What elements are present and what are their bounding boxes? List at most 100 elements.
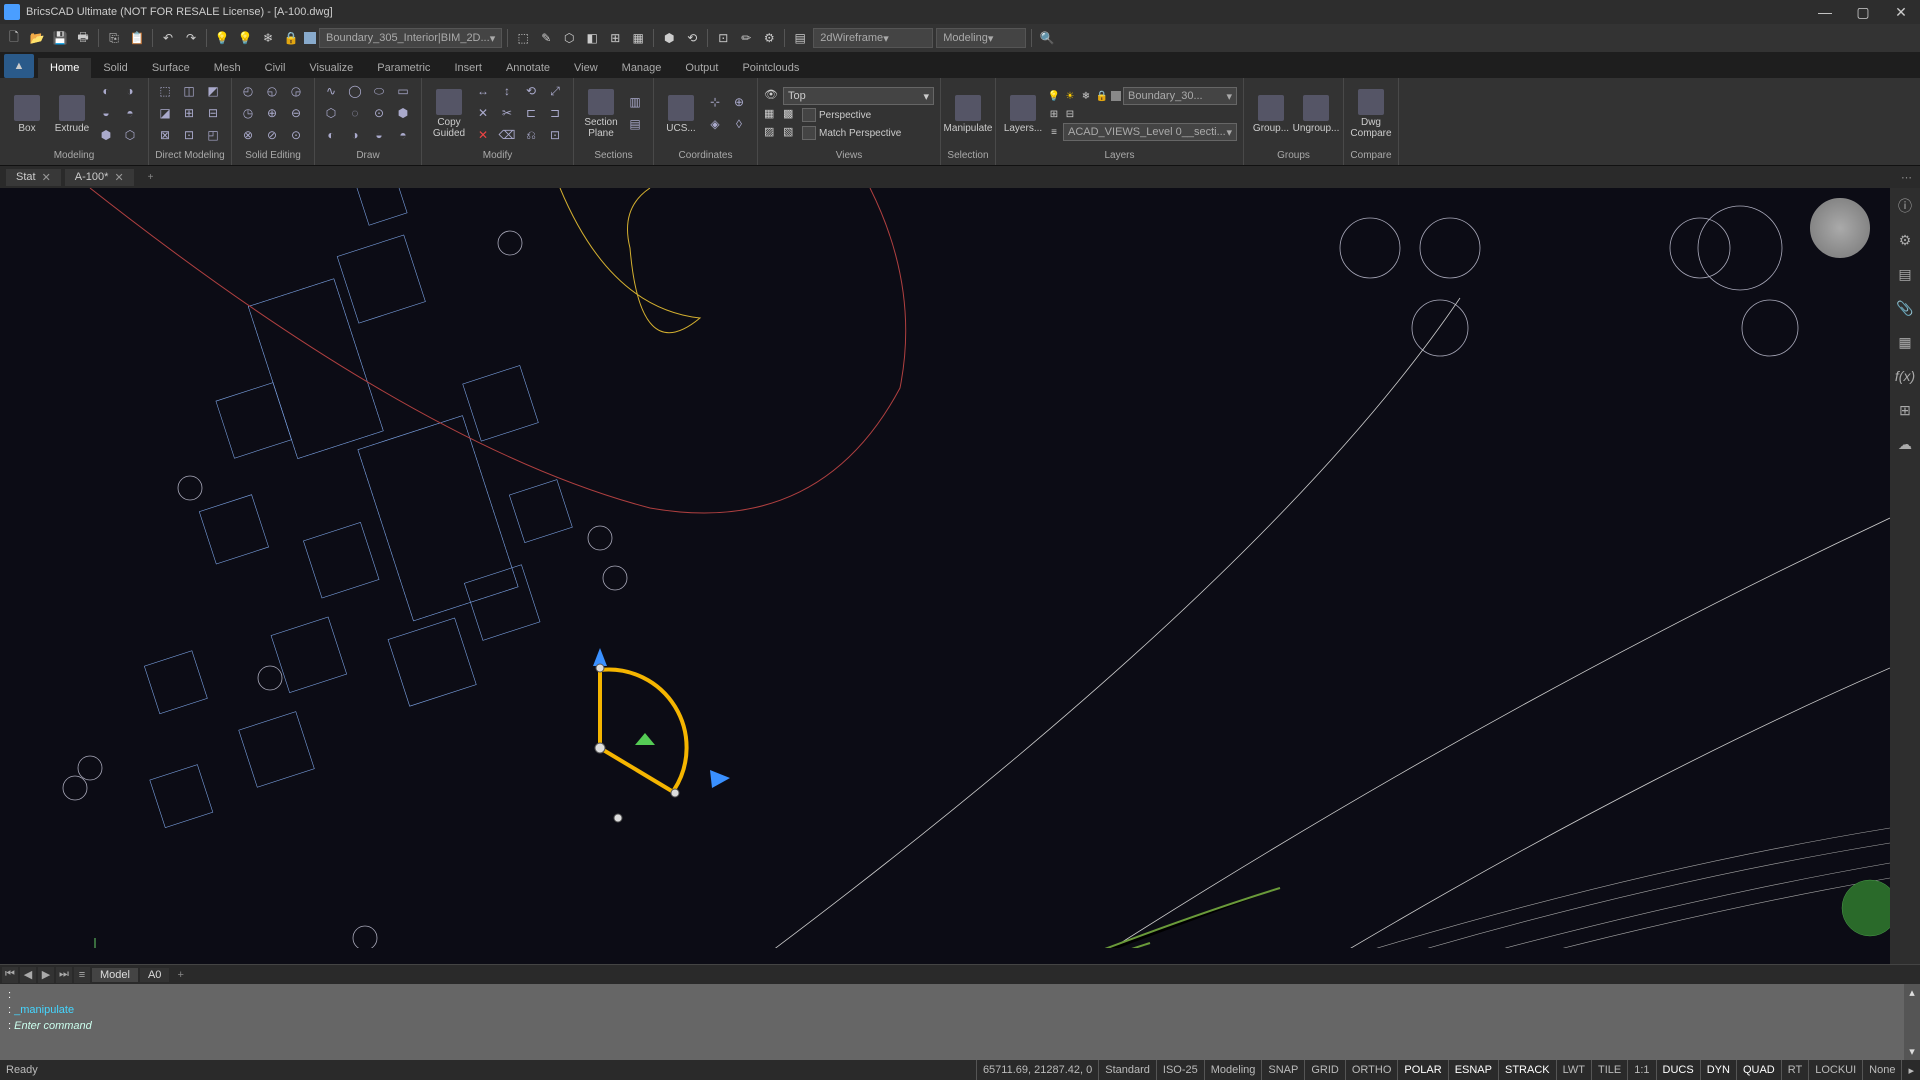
se-tool-icon[interactable]: ⊘ — [262, 126, 282, 144]
tab-civil[interactable]: Civil — [253, 58, 298, 78]
scan-icon[interactable]: ⊡ — [713, 28, 733, 48]
tool-d-icon[interactable]: ◧ — [582, 28, 602, 48]
group-button[interactable]: Group... — [1250, 83, 1292, 145]
se-tool-icon[interactable]: ⊗ — [238, 126, 258, 144]
status-grid[interactable]: GRID — [1304, 1060, 1345, 1080]
bulb-icon[interactable]: 💡 — [1047, 89, 1061, 103]
status-ortho[interactable]: ORTHO — [1345, 1060, 1398, 1080]
status-esnap[interactable]: ESNAP — [1448, 1060, 1498, 1080]
layerstate-icon[interactable]: ≡ — [1047, 125, 1061, 139]
vtool-icon[interactable]: ▨ — [764, 125, 780, 141]
se-tool-icon[interactable]: ◷ — [238, 104, 258, 122]
dm-tool-icon[interactable]: ⬚ — [155, 82, 175, 100]
mod-tool-icon[interactable]: ⊡ — [545, 126, 565, 144]
perspective-checkbox[interactable] — [802, 108, 816, 122]
layer-combo-1[interactable]: Boundary_30...▾ — [1123, 87, 1237, 105]
color-swatch[interactable] — [304, 32, 316, 44]
modeling-tool-icon[interactable]: ⬡ — [120, 126, 140, 144]
tool-b-icon[interactable]: ✎ — [536, 28, 556, 48]
command-line[interactable]: : : _manipulate : Enter command ▴▾ — [0, 984, 1920, 1060]
bulb2-icon[interactable]: 💡 — [235, 28, 255, 48]
status-quad[interactable]: QUAD — [1736, 1060, 1781, 1080]
doc-tab-stat[interactable]: Stat✕ — [6, 169, 61, 186]
new-icon[interactable]: 🗋 — [4, 28, 24, 48]
dm-tool-icon[interactable]: ⊞ — [179, 104, 199, 122]
status-lockui[interactable]: LOCKUI — [1808, 1060, 1862, 1080]
list-icon[interactable]: ≡ — [74, 967, 90, 983]
mod-tool-icon[interactable]: ✕ — [473, 126, 493, 144]
dm-tool-icon[interactable]: ⊡ — [179, 126, 199, 144]
new-doc-tab[interactable]: + — [138, 170, 164, 185]
tab-home[interactable]: Home — [38, 58, 91, 78]
tab-insert[interactable]: Insert — [442, 58, 494, 78]
status-modeling[interactable]: Modeling — [1204, 1060, 1262, 1080]
tab-pointclouds[interactable]: Pointclouds — [730, 58, 811, 78]
save-icon[interactable]: 💾 — [50, 28, 70, 48]
tab-parametric[interactable]: Parametric — [365, 58, 442, 78]
status-polar[interactable]: POLAR — [1397, 1060, 1447, 1080]
match-perspective-checkbox[interactable] — [802, 126, 816, 140]
draw-tool-icon[interactable]: ⬢ — [393, 104, 413, 122]
last-icon[interactable]: ⏭ — [56, 967, 72, 983]
doc-tab-a100[interactable]: A-100*✕ — [65, 169, 134, 186]
manipulate-button[interactable]: Manipulate — [947, 83, 989, 145]
draw-tool-icon[interactable]: ⊙ — [369, 104, 389, 122]
close-icon[interactable]: ✕ — [114, 171, 123, 184]
mod-tool-icon[interactable]: ⎌ — [521, 126, 541, 144]
draw-tool-icon[interactable]: ◑ — [345, 126, 365, 144]
fx-icon[interactable]: f(x) — [1895, 366, 1915, 386]
layers-button[interactable]: Layers... — [1002, 83, 1044, 145]
ungroup-button[interactable]: Ungroup... — [1295, 83, 1337, 145]
sheet-icon[interactable]: ▦ — [1895, 332, 1915, 352]
tool-e-icon[interactable]: ⊞ — [605, 28, 625, 48]
view-cube[interactable] — [1810, 198, 1870, 258]
ucs-tool-icon[interactable]: ⊕ — [729, 93, 749, 111]
status-expand-icon[interactable]: ▸ — [1901, 1060, 1920, 1080]
se-tool-icon[interactable]: ⊖ — [286, 104, 306, 122]
tab-solid[interactable]: Solid — [91, 58, 139, 78]
status-iso25[interactable]: ISO-25 — [1156, 1060, 1204, 1080]
prev-icon[interactable]: ◀ — [20, 967, 36, 983]
status-dyn[interactable]: DYN — [1700, 1060, 1736, 1080]
search-icon[interactable]: 🔍 — [1037, 28, 1057, 48]
draw-tool-icon[interactable]: ∿ — [321, 82, 341, 100]
box-button[interactable]: Box — [6, 83, 48, 145]
tab-manage[interactable]: Manage — [610, 58, 674, 78]
mod-tool-icon[interactable]: ✂ — [497, 104, 517, 122]
layers-icon[interactable]: ▤ — [1895, 264, 1915, 284]
undo-icon[interactable]: ↶ — [158, 28, 178, 48]
ltool-icon[interactable]: ⊞ — [1047, 107, 1061, 121]
vtool-icon[interactable]: ▧ — [783, 125, 799, 141]
tab-view[interactable]: View — [562, 58, 610, 78]
mod-tool-icon[interactable]: ⊏ — [521, 104, 541, 122]
copy-icon[interactable]: ⎘ — [104, 28, 124, 48]
dm-tool-icon[interactable]: ◰ — [203, 126, 223, 144]
tool-f-icon[interactable]: ▦ — [628, 28, 648, 48]
mod-tool-icon[interactable]: ↕ — [497, 82, 517, 100]
cmdline-scrollbar[interactable]: ▴▾ — [1904, 984, 1920, 1060]
add-layout-tab[interactable]: + — [171, 969, 189, 981]
freeze-icon[interactable]: ❄ — [258, 28, 278, 48]
status-tile[interactable]: TILE — [1591, 1060, 1627, 1080]
tab-output[interactable]: Output — [673, 58, 730, 78]
open-icon[interactable]: 📂 — [27, 28, 47, 48]
draw-tool-icon[interactable]: ◓ — [393, 126, 413, 144]
struct-icon[interactable]: ⊞ — [1895, 400, 1915, 420]
modeling-tool-icon[interactable]: ◒ — [96, 104, 116, 122]
sun-icon[interactable]: ☀ — [1063, 89, 1077, 103]
close-icon[interactable]: ✕ — [42, 171, 51, 184]
se-tool-icon[interactable]: ⊙ — [286, 126, 306, 144]
drawing-canvas[interactable]: W ⓘ ⚙ ▤ 📎 ▦ f(x) ⊞ ☁ — [0, 188, 1920, 964]
lock-icon[interactable]: 🔒 — [281, 28, 301, 48]
modeling-tool-icon[interactable]: ◓ — [120, 104, 140, 122]
view-dropdown[interactable]: Top▾ — [783, 87, 934, 105]
rotate-icon[interactable]: ⟲ — [682, 28, 702, 48]
dwg-compare-button[interactable]: Dwg Compare — [1350, 83, 1392, 145]
status-strack[interactable]: STRACK — [1498, 1060, 1556, 1080]
next-icon[interactable]: ▶ — [38, 967, 54, 983]
tab-visualize[interactable]: Visualize — [297, 58, 365, 78]
eye-icon[interactable]: 👁 — [764, 88, 780, 104]
ltool-icon[interactable]: ⊟ — [1063, 107, 1077, 121]
modeling-tool-icon[interactable]: ◑ — [120, 82, 140, 100]
tabs-menu-icon[interactable]: ⋯ — [1893, 171, 1920, 184]
